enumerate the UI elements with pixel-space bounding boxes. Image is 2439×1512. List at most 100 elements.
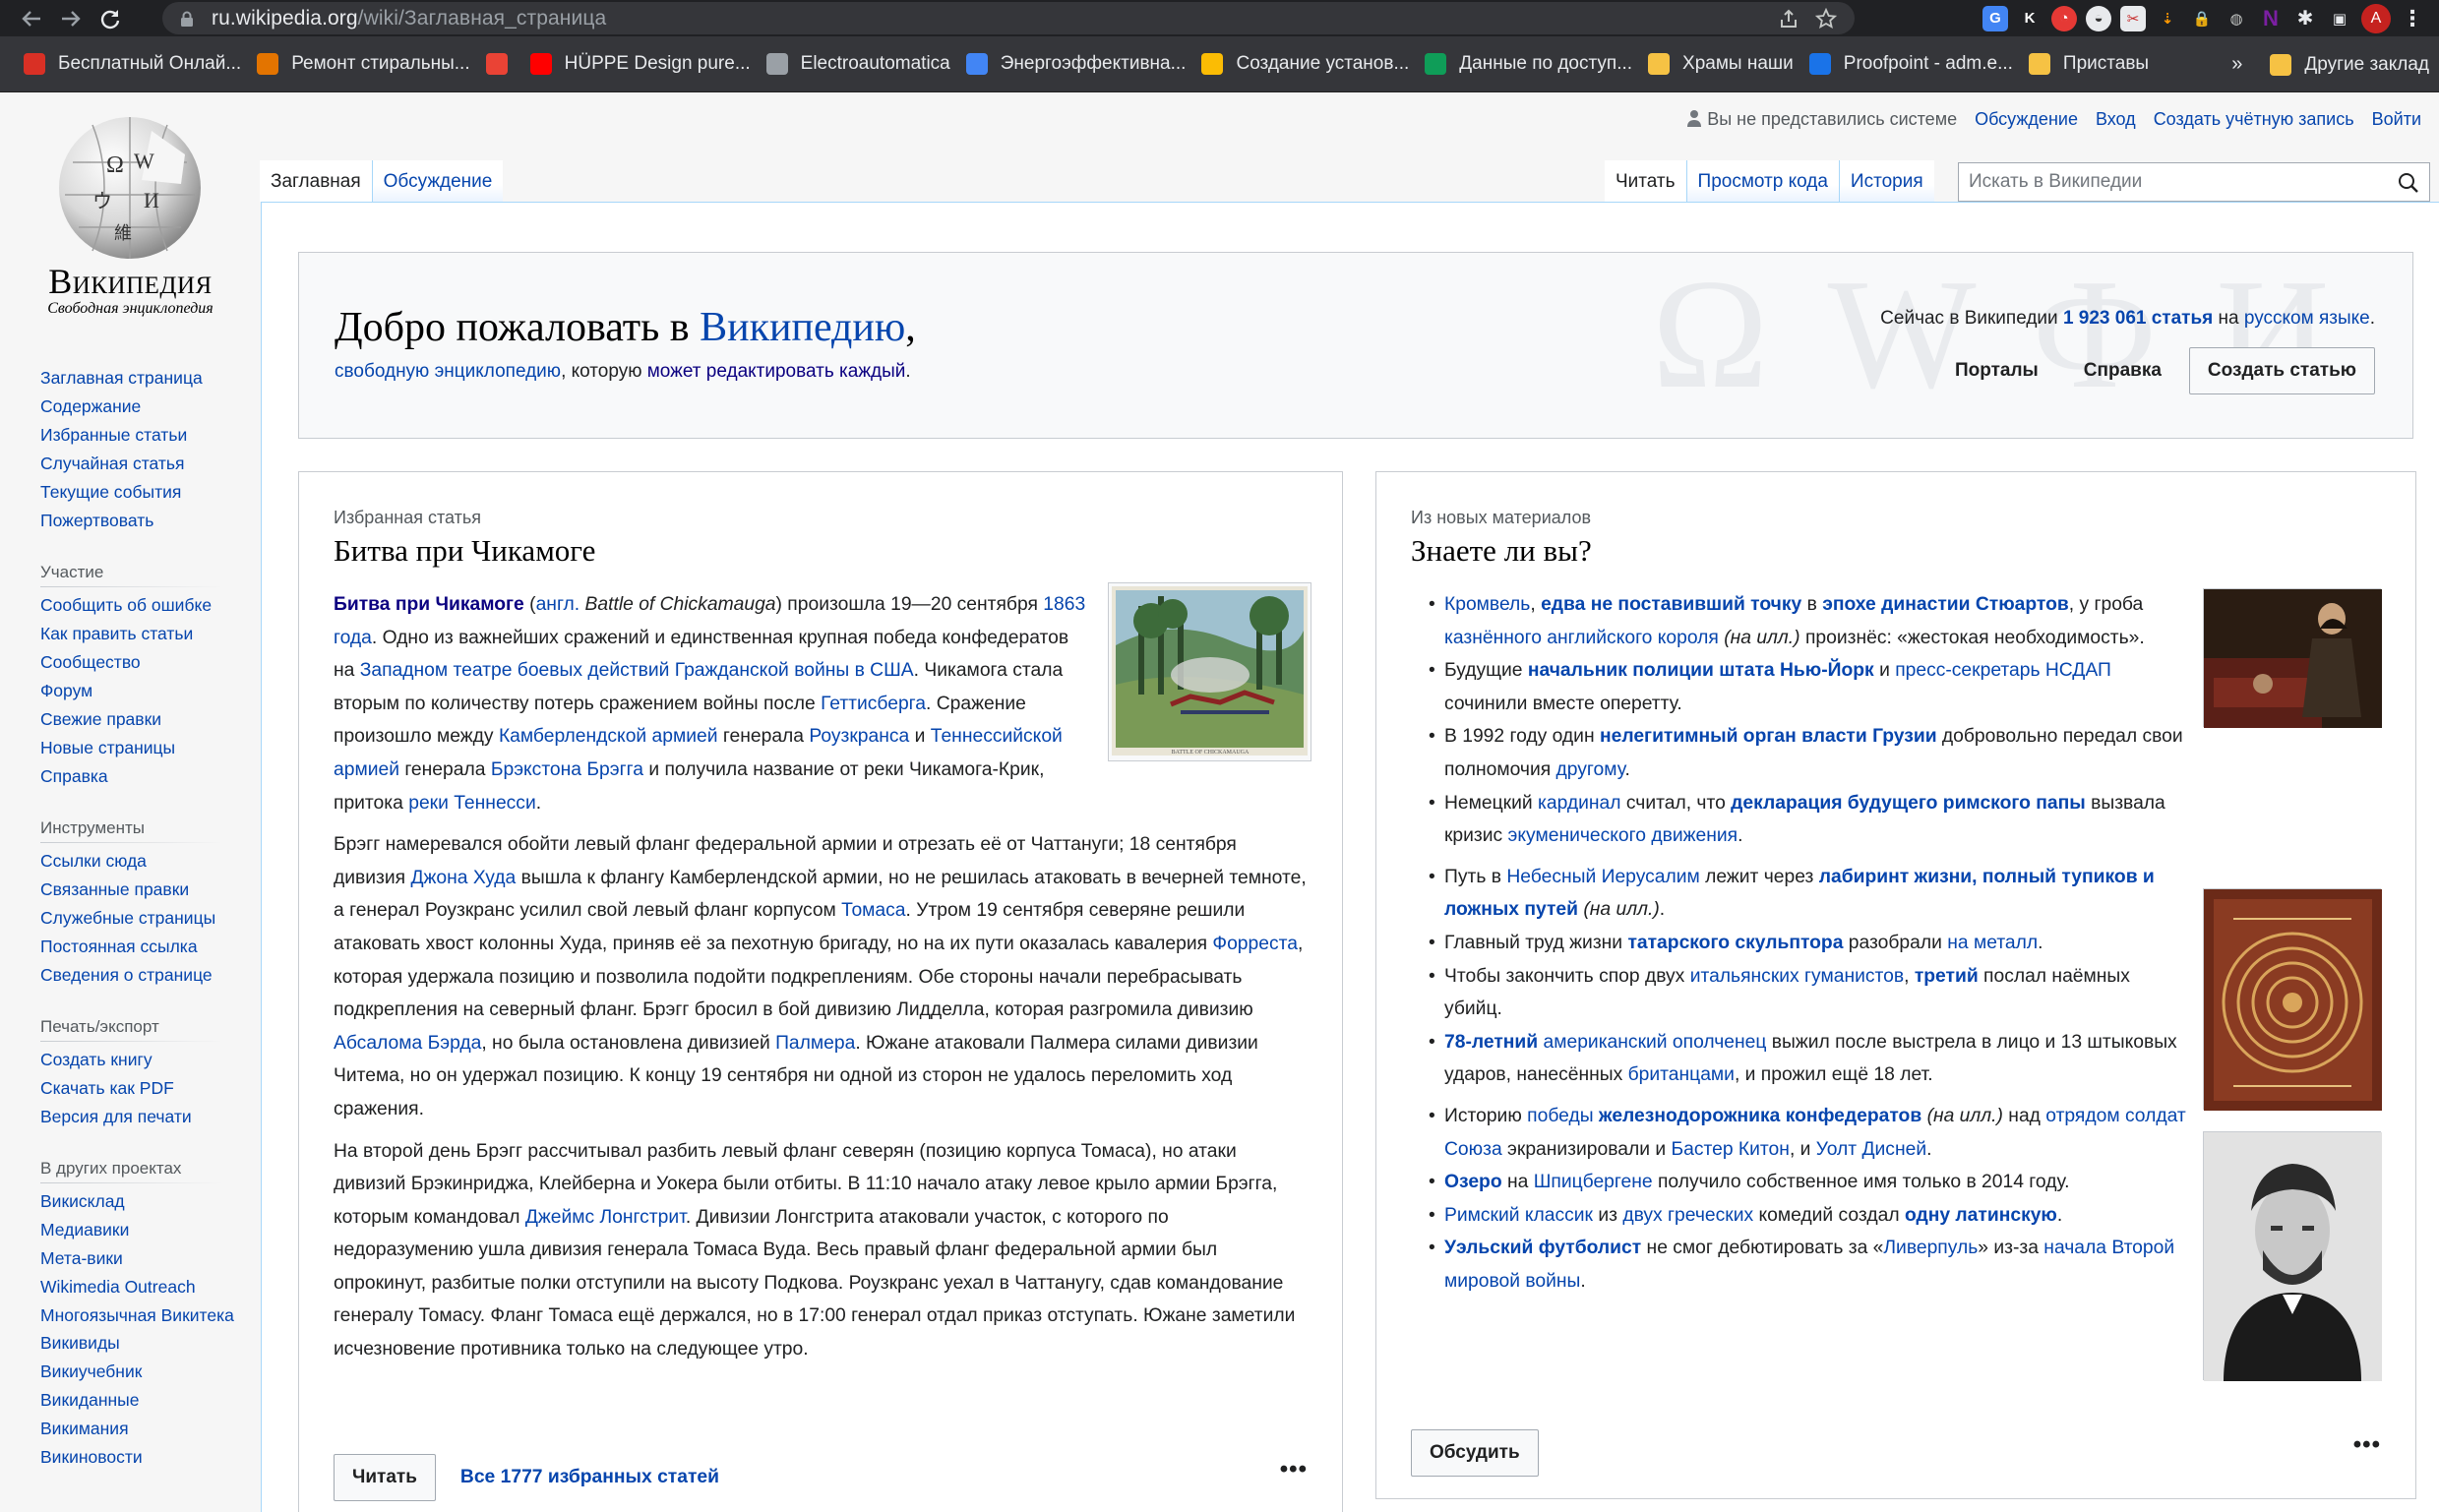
inline-link[interactable]: Римский классик xyxy=(1444,1205,1593,1226)
inline-link[interactable]: победы xyxy=(1527,1106,1599,1126)
sidebar-item[interactable]: Создать книгу xyxy=(40,1046,261,1074)
sidebar-item[interactable]: Заглавная страница xyxy=(40,364,261,393)
labyrinth-icon-image[interactable] xyxy=(2203,888,2382,1111)
inline-link[interactable]: Кромвель xyxy=(1444,594,1530,615)
inline-link[interactable]: другому xyxy=(1556,759,1625,780)
sidebar-item[interactable]: Как править статьи xyxy=(40,620,261,648)
sidebar-item[interactable]: Многоязычная Викитека xyxy=(40,1301,261,1329)
inline-link[interactable]: пресс-секретарь НСДАП xyxy=(1895,660,2111,681)
sidebar-item[interactable]: Постоянная ссылка xyxy=(40,933,261,961)
cromwell-painting-image[interactable] xyxy=(2203,588,2382,728)
sidebar-item[interactable]: Wikimedia Outreach xyxy=(40,1273,261,1301)
inline-link[interactable]: Камберлендской армией xyxy=(499,726,718,747)
bookmark-item[interactable]: Ремонт стиральны... xyxy=(251,44,479,84)
help-button[interactable]: Справка xyxy=(2066,348,2179,393)
inline-link[interactable]: Уэльский футболист xyxy=(1444,1238,1641,1258)
inline-link[interactable]: на металл xyxy=(1947,933,2038,953)
inline-link[interactable]: нелегитимный орган власти Грузии xyxy=(1600,726,1937,747)
inline-link[interactable]: Уолт Дисней xyxy=(1816,1139,1926,1160)
sidebar-item[interactable]: Викимания xyxy=(40,1415,261,1443)
inline-link[interactable]: Джеймс Лонгстрит xyxy=(525,1207,686,1228)
inline-link[interactable]: казнённого английского короля xyxy=(1444,628,1719,648)
sidebar-item[interactable]: Викисклад xyxy=(40,1187,261,1216)
battle-painting-image[interactable]: BATTLE OF CHICKAMAUGA xyxy=(1108,582,1311,761)
inline-link[interactable]: начальник полиции штата Нью-Йорк xyxy=(1528,660,1874,681)
bookmark-item[interactable]: Храмы наши xyxy=(1642,44,1803,84)
sidebar-item[interactable]: Викиновости xyxy=(40,1443,261,1472)
bookmark-item[interactable]: HÜPPE Design pure... xyxy=(524,44,761,84)
tool-extension-icon[interactable]: ✂ xyxy=(2120,5,2146,31)
inline-link[interactable]: англ. xyxy=(536,594,580,615)
discuss-button[interactable]: Обсудить xyxy=(1411,1429,1539,1477)
cap-extension-icon[interactable]: ◒ xyxy=(2086,5,2111,31)
tab-main-page[interactable]: Заглавная xyxy=(260,160,372,202)
sidebar-item[interactable]: Сообщить об ошибке xyxy=(40,591,261,620)
translate-extension-icon[interactable]: G xyxy=(1982,5,2008,31)
forward-icon[interactable] xyxy=(51,0,91,36)
login-link[interactable]: Войти xyxy=(2372,109,2421,130)
user-talk-link[interactable]: Обсуждение xyxy=(1975,109,2078,130)
bookmark-item[interactable] xyxy=(480,44,524,84)
inline-link[interactable]: третий xyxy=(1915,966,1979,987)
side-panel-icon[interactable]: ▣ xyxy=(2327,6,2352,31)
profile-avatar[interactable]: A xyxy=(2361,3,2391,33)
sidebar-item[interactable]: Медиавики xyxy=(40,1216,261,1244)
sidebar-item[interactable]: Викиучебник xyxy=(40,1358,261,1386)
padlock-extension-icon[interactable]: 🔒 xyxy=(2189,6,2215,31)
inline-link[interactable]: татарского скульптора xyxy=(1627,933,1843,953)
inline-link[interactable]: 78-летний xyxy=(1444,1032,1538,1053)
red-extension-icon[interactable]: ◔ xyxy=(2051,5,2077,31)
article-count-link[interactable]: 1 923 061 статья xyxy=(2063,308,2213,329)
create-article-button[interactable]: Создать статью xyxy=(2188,347,2375,394)
sidebar-item[interactable]: Версия для печати xyxy=(40,1103,261,1131)
anyone-can-edit-link[interactable]: может редактировать каждый xyxy=(647,361,906,382)
create-account-link[interactable]: Создать учётную запись xyxy=(2154,109,2354,130)
free-encyclopedia-link[interactable]: свободную энциклопедию xyxy=(335,361,561,382)
bookmarks-overflow-icon[interactable]: » xyxy=(2226,45,2264,85)
sidebar-item[interactable]: Избранные статьи xyxy=(40,421,261,450)
star-icon[interactable] xyxy=(1815,7,1837,30)
share-icon[interactable] xyxy=(1778,8,1799,30)
back-icon[interactable] xyxy=(12,0,51,36)
search-icon[interactable] xyxy=(2398,172,2419,194)
inline-link[interactable]: Шпицбергене xyxy=(1534,1172,1653,1192)
other-bookmarks[interactable]: Другие заклад xyxy=(2264,45,2439,85)
sidebar-item[interactable]: Связанные правки xyxy=(40,876,261,904)
inline-link[interactable]: Роузкранса xyxy=(809,726,909,747)
tab-read[interactable]: Читать xyxy=(1605,160,1686,202)
bookmark-item[interactable]: Создание установ... xyxy=(1195,44,1419,84)
sidebar-item[interactable]: Скачать как PDF xyxy=(40,1074,261,1103)
inline-link[interactable]: одну латинскую xyxy=(1905,1205,2057,1226)
puzzle-icon[interactable]: ✱ xyxy=(2292,6,2318,31)
sidebar-item[interactable]: Сообщество xyxy=(40,648,261,677)
inline-link[interactable]: британцами xyxy=(1628,1064,1735,1085)
sidebar-item[interactable]: Справка xyxy=(40,762,261,791)
sidebar-item[interactable]: Свежие правки xyxy=(40,705,261,734)
bookmark-item[interactable]: Бесплатный Онлай... xyxy=(18,44,251,84)
inline-link[interactable]: двух греческих xyxy=(1622,1205,1753,1226)
tab-history[interactable]: История xyxy=(1838,160,1934,202)
bookmark-item[interactable]: Энергоэффективна... xyxy=(960,44,1196,84)
sidebar-item[interactable]: Пожертвовать xyxy=(40,507,261,535)
railroad-man-portrait-image[interactable] xyxy=(2203,1131,2382,1381)
inline-link[interactable]: Абсалома Бэрда xyxy=(334,1033,481,1054)
all-featured-link[interactable]: Все 1777 избранных статей xyxy=(460,1467,719,1488)
address-bar[interactable]: ru.wikipedia.org/wiki/Заглавная_страница xyxy=(162,2,1855,34)
bookmark-item[interactable]: Proofpoint - adm.e... xyxy=(1803,44,2023,84)
inline-link[interactable]: Джона Худа xyxy=(410,868,516,888)
sidebar-item[interactable]: Викиданные xyxy=(40,1386,261,1415)
welcome-wikipedia-link[interactable]: Википедию xyxy=(700,305,905,350)
tab-view-source[interactable]: Просмотр кода xyxy=(1685,160,1839,202)
inline-link[interactable]: едва не поставивший точку xyxy=(1541,594,1801,615)
sidebar-item[interactable]: Служебные страницы xyxy=(40,904,261,933)
inline-link[interactable]: Томаса xyxy=(841,900,905,921)
bookmark-item[interactable]: Приставы xyxy=(2023,44,2159,84)
wiki-logo[interactable]: Ω W И ウ 維 Википедия Свободная энциклопед… xyxy=(0,93,261,330)
inline-link[interactable]: Западном театре боевых действий Гражданс… xyxy=(360,660,914,681)
tab-talk[interactable]: Обсуждение xyxy=(371,160,504,202)
inline-link[interactable]: Форреста xyxy=(1212,934,1298,954)
globe-extension-icon[interactable]: ◍ xyxy=(2224,6,2249,31)
inline-link[interactable]: декларация будущего римского папы xyxy=(1731,793,2086,814)
sidebar-item[interactable]: Текущие события xyxy=(40,478,261,507)
inline-link[interactable]: Ливерпуль xyxy=(1883,1238,1978,1258)
